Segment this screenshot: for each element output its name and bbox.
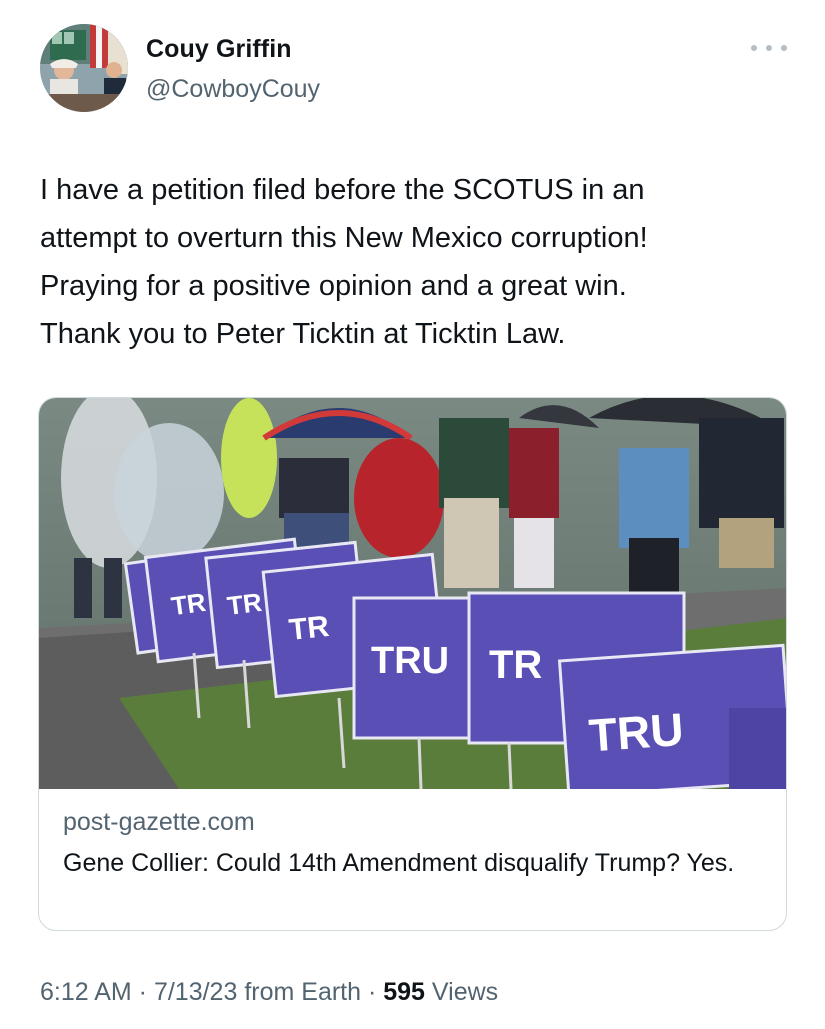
more-dot [766, 45, 772, 51]
tweet-date[interactable]: 7/13/23 [154, 978, 237, 1006]
tweet-text-line: attempt to overturn this New Mexico corr… [40, 222, 648, 254]
more-dot [751, 45, 757, 51]
link-card-image[interactable]: TR TR TR TRU TR TRU [39, 398, 786, 789]
tweet-text: I have a petition filed before the SCOTU… [40, 166, 800, 358]
card-photo: TR TR TR TRU TR TRU [39, 398, 786, 789]
author-name[interactable]: Couy Griffin [146, 35, 292, 64]
link-card[interactable]: TR TR TR TRU TR TRU post-gazette.com Gen… [38, 397, 787, 931]
more-dot [781, 45, 787, 51]
sign-text: TR [225, 587, 263, 621]
tweet-text-line: Thank you to Peter Ticktin at Ticktin La… [40, 318, 566, 350]
sign-text: TR [169, 587, 208, 622]
meta-separator: · [361, 978, 384, 1006]
sign-text: TRU [371, 640, 449, 682]
views-label: Views [431, 978, 499, 1006]
link-card-domain[interactable]: post-gazette.com [63, 808, 255, 837]
author-handle[interactable]: @CowboyCouy [146, 75, 320, 104]
tweet-source: from Earth [244, 978, 362, 1006]
sign-text: TR [489, 643, 542, 687]
avatar-photo [40, 24, 128, 112]
avatar[interactable] [40, 24, 128, 112]
tweet-meta: 6:12 AM · 7/13/23 from Earth · 595 Views [40, 978, 498, 1007]
meta-separator: · [131, 978, 154, 1006]
tweet-text-line: I have a petition filed before the SCOTU… [40, 174, 645, 206]
tweet-time[interactable]: 6:12 AM [40, 978, 132, 1006]
views-count: 595 [383, 978, 425, 1006]
link-card-title[interactable]: Gene Collier: Could 14th Amendment disqu… [63, 846, 763, 881]
tweet: Couy Griffin @CowboyCouy I have a petiti… [0, 0, 825, 1029]
tweet-text-line: Praying for a positive opinion and a gre… [40, 270, 627, 302]
sign-text: TR [287, 610, 331, 647]
sign-text: TRU [587, 703, 685, 761]
more-horizontal-icon[interactable] [751, 36, 787, 60]
